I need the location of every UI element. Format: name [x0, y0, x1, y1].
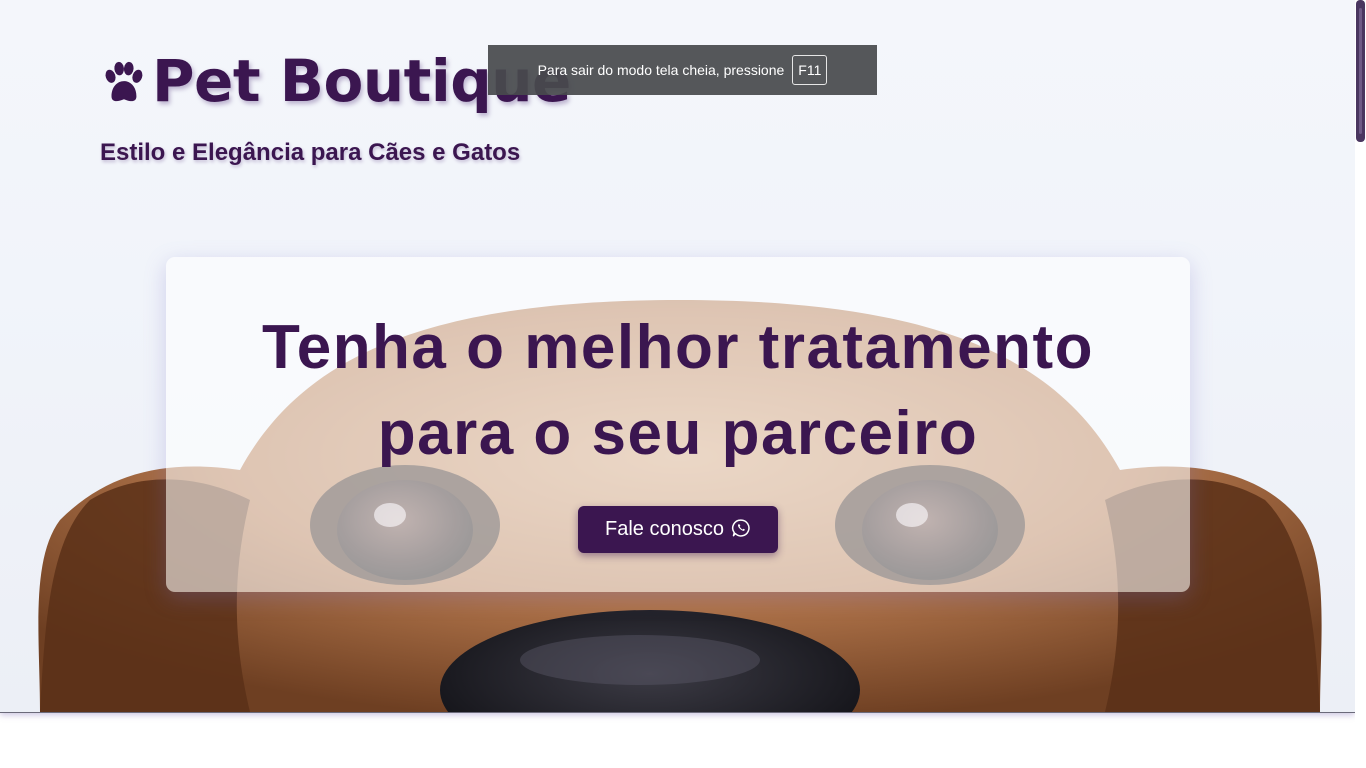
headline-line-1: Tenha o melhor tratamento — [261, 313, 1095, 382]
fullscreen-notice-text: Para sair do modo tela cheia, pressione — [537, 62, 785, 78]
fullscreen-exit-notice: Para sair do modo tela cheia, pressione … — [488, 45, 877, 95]
hero-headline: Tenha o melhor tratamento para o seu par… — [166, 305, 1190, 477]
contact-button[interactable]: Fale conosco — [578, 506, 778, 553]
whatsapp-icon — [731, 518, 750, 537]
scrollbar-thumb[interactable] — [1356, 0, 1365, 142]
hero-card: Tenha o melhor tratamento para o seu par… — [166, 257, 1190, 592]
paw-icon — [105, 61, 143, 102]
scrollbar-thumb-grip — [1359, 8, 1362, 134]
fullscreen-key-badge: F11 — [792, 55, 828, 85]
contact-button-label: Fale conosco — [605, 518, 724, 540]
vertical-scrollbar[interactable] — [1355, 0, 1366, 768]
brand-tagline: Estilo e Elegância para Cães e Gatos — [100, 139, 521, 166]
headline-line-2: para o seu parceiro — [377, 399, 979, 468]
